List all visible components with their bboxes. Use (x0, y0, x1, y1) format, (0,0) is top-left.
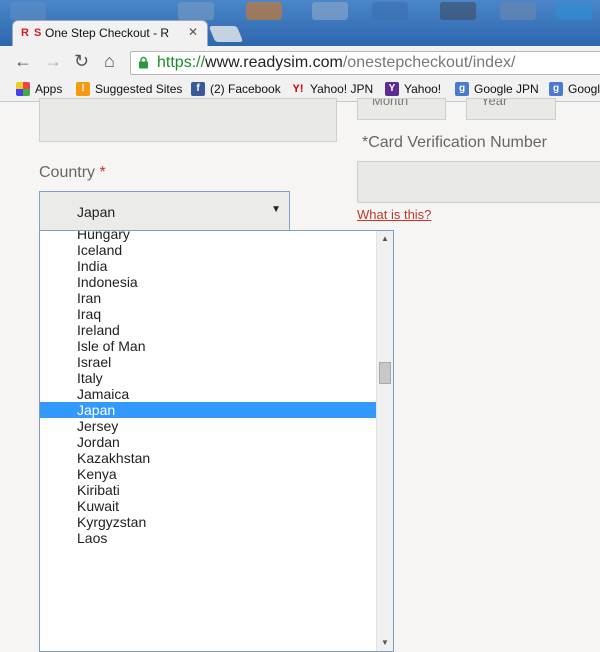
what-is-this-link[interactable]: What is this? (357, 207, 431, 222)
desktop-icon (500, 2, 536, 20)
country-option[interactable]: Italy (40, 370, 377, 386)
bookmark-yahoo[interactable]: Y Yahoo! (385, 82, 441, 96)
apps-grid-icon (16, 82, 30, 96)
country-option[interactable]: India (40, 258, 377, 274)
google-icon: g (455, 82, 469, 96)
ie-icon (556, 2, 592, 20)
bookmark-apps[interactable]: Apps (16, 82, 62, 96)
reload-icon[interactable]: ↻ (74, 52, 89, 70)
new-tab-button[interactable] (208, 26, 244, 42)
url-path: /onestepcheckout/index/ (342, 54, 516, 71)
forward-arrow-icon[interactable]: → (44, 52, 62, 70)
bookmark-suggested-sites[interactable]: ! Suggested Sites (76, 82, 182, 96)
country-option[interactable]: Jordan (40, 434, 377, 450)
country-select-value: Japan (77, 204, 116, 220)
year-label: Year (481, 98, 508, 108)
country-option[interactable]: Laos (40, 530, 377, 546)
yahoo-icon: Y (385, 82, 399, 96)
desktop-icon (10, 2, 46, 20)
country-option[interactable]: Ireland (40, 322, 377, 338)
country-option[interactable]: Iceland (40, 242, 377, 258)
bookmark-label: Googl (568, 82, 600, 96)
google-icon: g (549, 82, 563, 96)
bookmark-label: Apps (35, 82, 63, 96)
country-option[interactable]: Isle of Man (40, 338, 377, 354)
country-dropdown-list[interactable]: Hungary Iceland India Indonesia Iran Ira… (39, 230, 394, 652)
country-option[interactable]: Iran (40, 290, 377, 306)
url-protocol: https:// (157, 54, 206, 71)
dropdown-scrollbar[interactable]: ▲ ▼ (376, 231, 393, 651)
cvn-input[interactable] (357, 161, 600, 203)
country-option[interactable]: Kyrgyzstan (40, 514, 377, 530)
country-option[interactable]: Kiribati (40, 482, 377, 498)
site-favicon: R S (21, 27, 43, 39)
scrollbar-thumb[interactable] (379, 362, 391, 384)
close-tab-icon[interactable]: ✕ (188, 25, 198, 39)
dropbox-icon (372, 2, 408, 20)
country-label: Country * (39, 164, 106, 181)
country-option[interactable]: Indonesia (40, 274, 377, 290)
expiry-year-select[interactable]: Year (466, 98, 556, 120)
address-bar[interactable]: https://www.readysim.com/onestepcheckout… (130, 51, 600, 75)
tab-title: One Step Checkout - Ready (45, 26, 169, 40)
country-option[interactable]: Kuwait (40, 498, 377, 514)
lock-icon (139, 56, 148, 69)
country-select[interactable]: Japan ▼ (39, 191, 290, 231)
bookmark-label: Google JPN (474, 82, 539, 96)
yahoo-jp-icon: Y! (292, 83, 304, 95)
bookmark-label: (2) Facebook (210, 82, 281, 96)
bookmark-yahoo-jpn[interactable]: Y! Yahoo! JPN (291, 82, 374, 96)
country-option[interactable]: Israel (40, 354, 377, 370)
checkout-page: Month Year Country * Japan ▼ *Card Verif… (0, 98, 600, 652)
bookmark-facebook[interactable]: f (2) Facebook (191, 82, 281, 96)
bookmark-google-jpn[interactable]: g Google JPN (455, 82, 539, 96)
country-option[interactable]: Hungary (40, 231, 377, 242)
url-text: https://www.readysim.com/onestepcheckout… (157, 54, 515, 72)
window-titlebar: R S One Step Checkout - Ready ✕ (0, 0, 600, 46)
country-option[interactable]: Kazakhstan (40, 450, 377, 466)
scroll-down-arrow-icon[interactable]: ▼ (377, 635, 393, 651)
browser-toolbar: ← → ↻ ⌂ https://www.readysim.com/onestep… (0, 46, 600, 78)
bookmark-google[interactable]: g Googl (549, 82, 600, 96)
bookmark-label: Yahoo! (404, 82, 442, 96)
scroll-up-arrow-icon[interactable]: ▲ (377, 231, 393, 247)
firefox-icon (246, 2, 282, 20)
facebook-icon: f (191, 82, 205, 96)
home-icon[interactable]: ⌂ (104, 52, 115, 70)
country-option[interactable]: Kenya (40, 466, 377, 482)
url-host: www.readysim.com (205, 54, 343, 71)
address-field[interactable] (39, 98, 337, 142)
back-arrow-icon[interactable]: ← (14, 52, 32, 70)
month-label: Month (372, 98, 409, 108)
dropdown-arrow-icon: ▼ (271, 204, 281, 215)
suggested-sites-icon: ! (76, 82, 90, 96)
cvn-label: *Card Verification Number (362, 134, 547, 151)
expiry-month-select[interactable]: Month (357, 98, 446, 120)
browser-tab[interactable]: R S One Step Checkout - Ready ✕ (12, 20, 208, 46)
bookmark-label: Yahoo! JPN (310, 82, 374, 96)
desktop-icon (312, 2, 348, 20)
desktop-icon (178, 2, 214, 20)
bookmark-label: Suggested Sites (95, 82, 183, 96)
country-option[interactable]: Jersey (40, 418, 377, 434)
country-option[interactable]: Iraq (40, 306, 377, 322)
country-option[interactable]: Jamaica (40, 386, 377, 402)
required-marker: * (99, 164, 106, 181)
country-options: Hungary Iceland India Indonesia Iran Ira… (40, 231, 377, 546)
country-option-selected[interactable]: Japan (40, 402, 377, 418)
desktop-icon (440, 2, 476, 20)
